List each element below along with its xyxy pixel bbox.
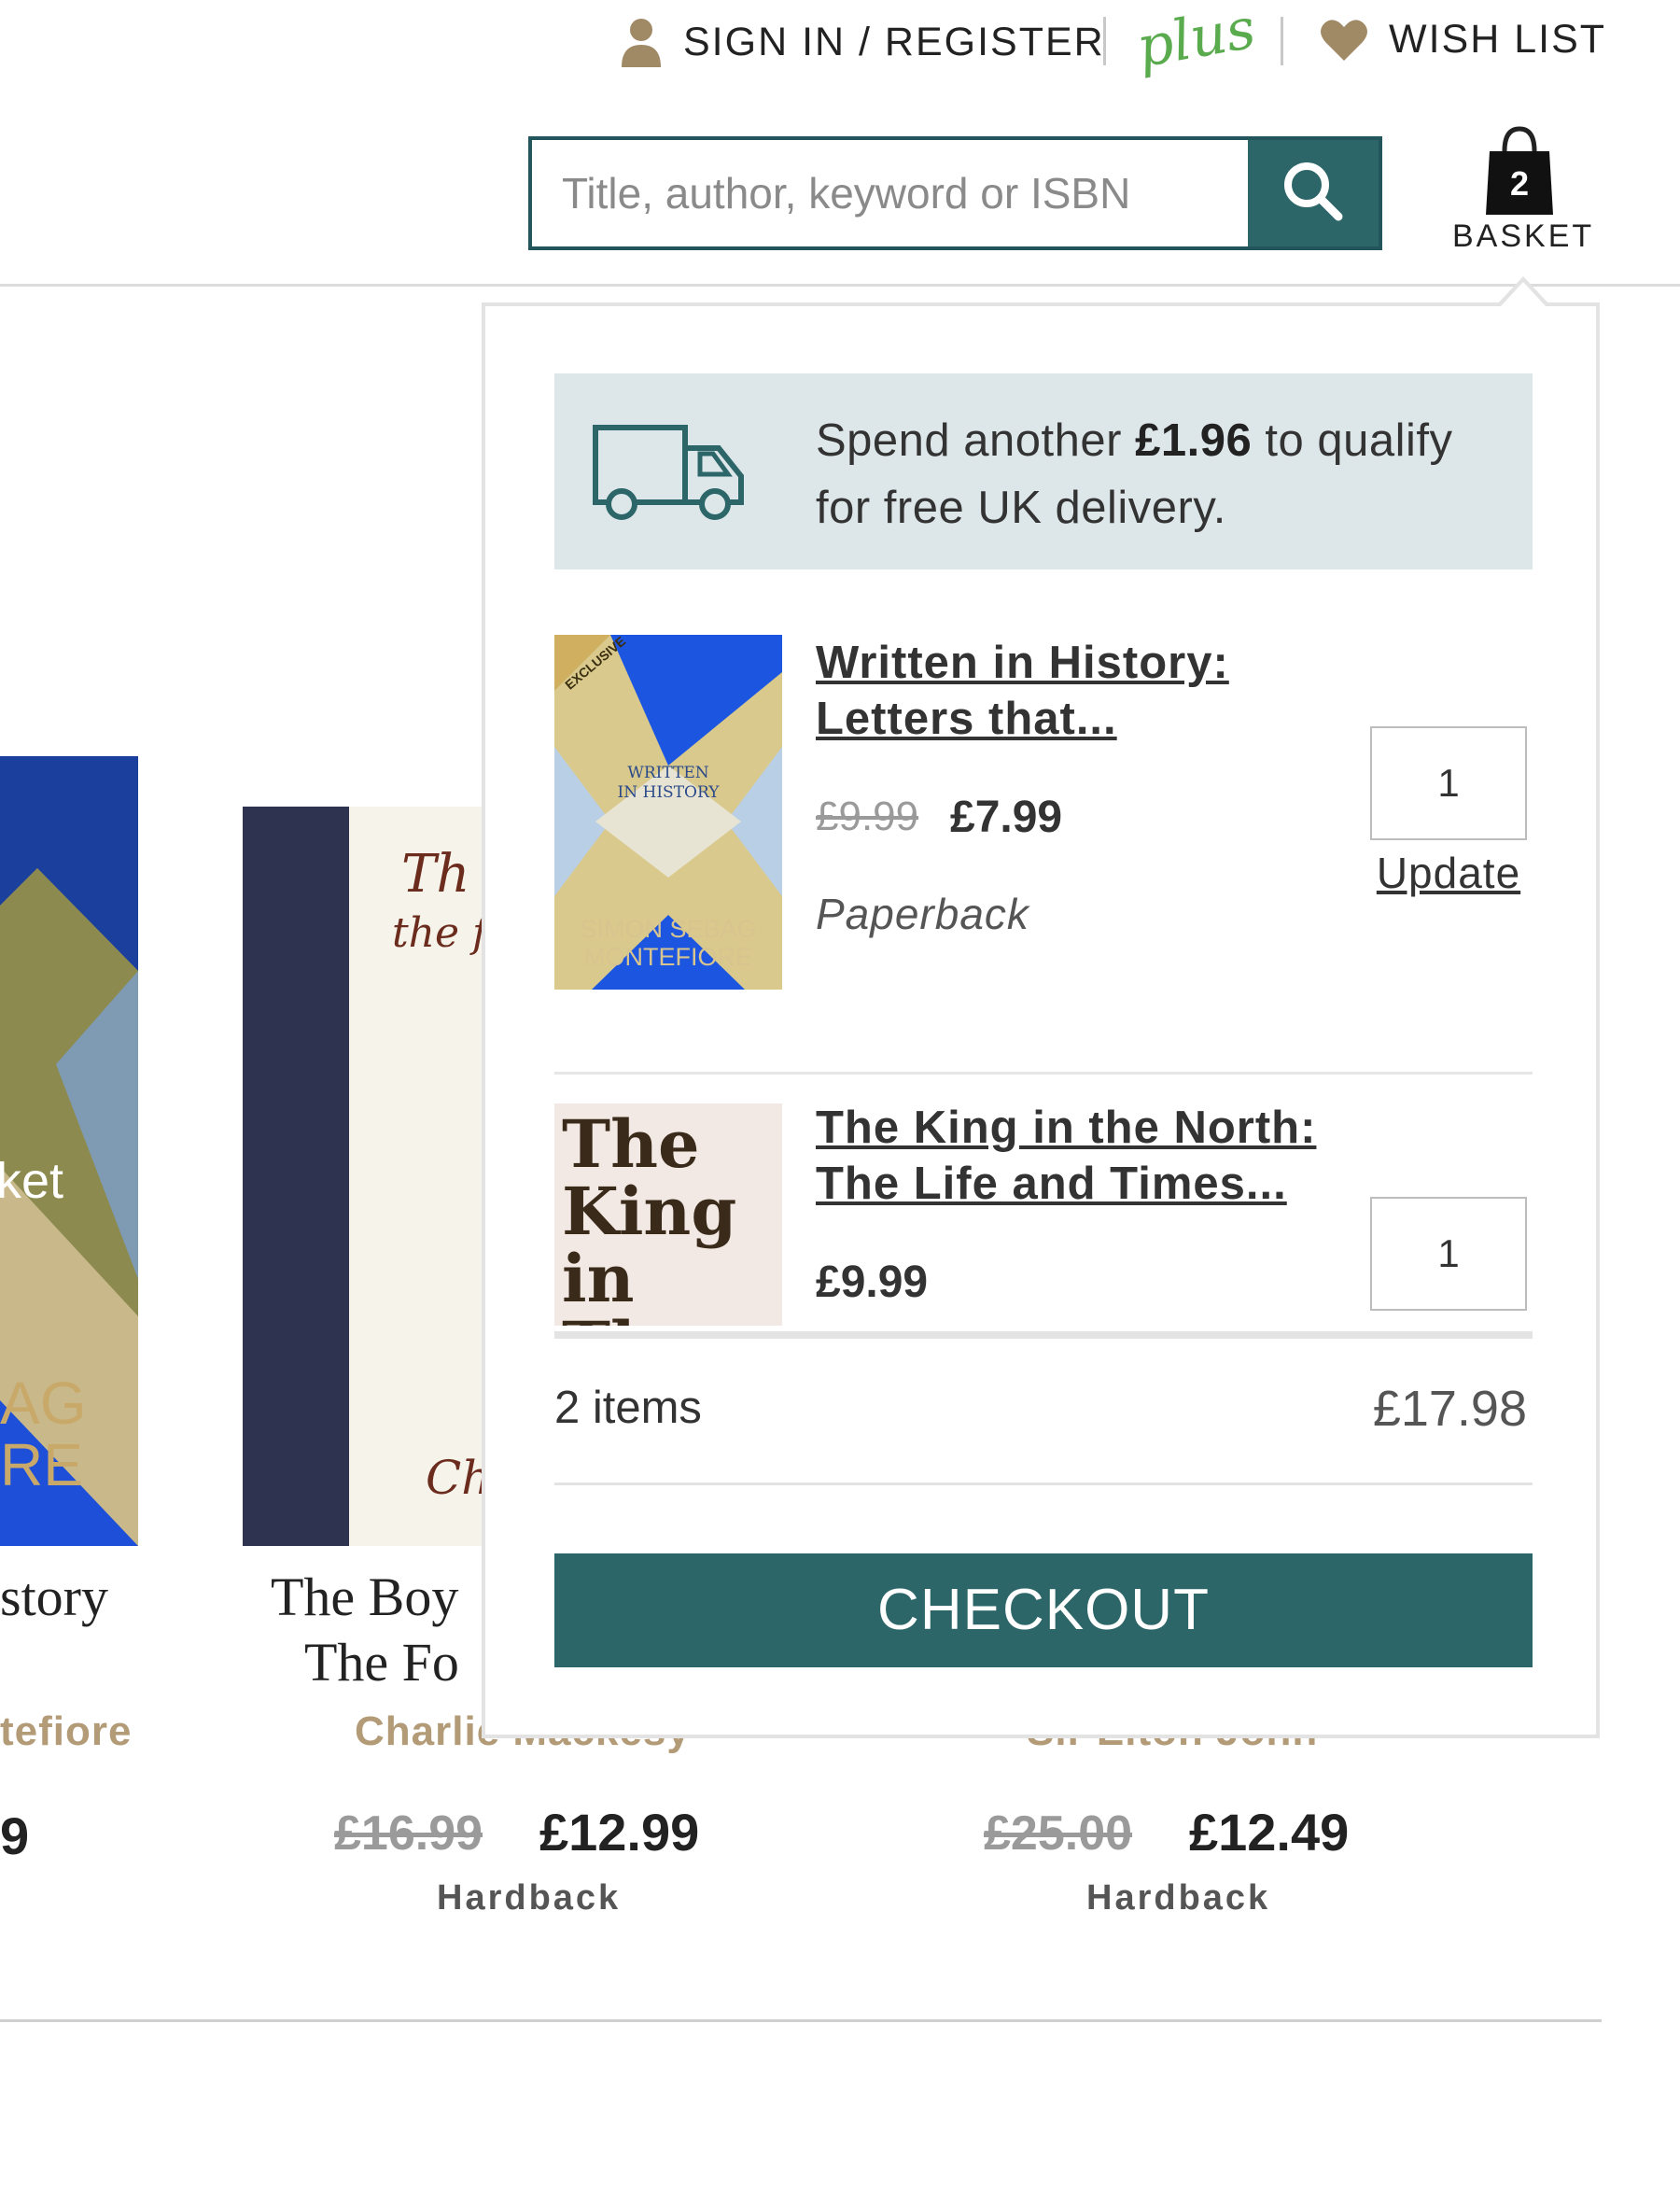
product-old-price: £16.99 <box>334 1806 483 1861</box>
product-author[interactable]: tefiore <box>0 1708 132 1755</box>
basket-total: £17.98 <box>1372 1381 1527 1437</box>
wish-list-label: WISH LIST <box>1389 17 1607 62</box>
delivery-message: Spend another £1.96 to qualify for free … <box>816 407 1506 541</box>
heart-icon <box>1320 18 1368 63</box>
item-old-price: £9.99 <box>816 794 919 839</box>
summary-divider <box>554 1482 1533 1485</box>
list-bottom-border <box>554 1331 1533 1339</box>
basket-item: EXCLUSIVE WRITTEN IN HISTORY SIMON SEBAG… <box>554 635 1533 1083</box>
item-cover-king-in-the-north[interactable]: The King in The <box>554 1103 782 1326</box>
item-title-link[interactable]: Written in History: Letters that... <box>816 635 1376 747</box>
search-input[interactable] <box>532 140 1248 246</box>
quantity-input[interactable]: 1 <box>1370 1197 1527 1311</box>
product-title[interactable]: The Boy <box>271 1565 458 1630</box>
plus-link[interactable]: plus <box>1132 0 1260 80</box>
delivery-amount: £1.96 <box>1135 415 1253 466</box>
update-link[interactable]: Update <box>1370 1318 1527 1326</box>
checkout-button[interactable]: CHECKOUT <box>554 1553 1533 1667</box>
product-format: Hardback <box>1086 1878 1271 1918</box>
update-link[interactable]: Update <box>1370 848 1527 898</box>
section-divider <box>0 2019 1602 2022</box>
wish-list-link[interactable]: WISH LIST <box>1320 17 1606 63</box>
product-price: 9 <box>0 1806 30 1865</box>
cover-author: SIMON SEBAG MONTEFIORE <box>580 915 757 971</box>
sign-in-link[interactable]: SIGN IN / REGISTER <box>620 17 1105 67</box>
quantity-input[interactable]: 1 <box>1370 726 1527 840</box>
item-title-link[interactable]: The King in the North: The Life and Time… <box>816 1100 1376 1212</box>
item-cover-written-in-history[interactable]: EXCLUSIVE WRITTEN IN HISTORY SIMON SEBAG… <box>554 635 782 990</box>
product-old-price: £25.00 <box>984 1806 1133 1861</box>
basket-label: BASKET <box>1452 218 1595 254</box>
cover-overlay-text: ket <box>0 1153 64 1209</box>
basket-count-badge: 2 <box>1509 164 1530 203</box>
product-price: £12.49 <box>1189 1803 1350 1862</box>
header-divider <box>1103 17 1106 65</box>
sign-in-label: SIGN IN / REGISTER <box>683 19 1105 64</box>
product-cover-written-in-history[interactable]: ket AG RE <box>0 756 138 1546</box>
cover-author-text: AG RE <box>0 1370 87 1498</box>
dropdown-caret-inner <box>1501 282 1546 306</box>
item-price: £9.99 <box>816 1258 929 1307</box>
search-icon <box>1281 159 1346 229</box>
item-format: Paperback <box>816 890 1029 938</box>
cover-title: The King in The <box>562 1105 737 1327</box>
product-title-line-2[interactable]: The Fo <box>304 1630 459 1695</box>
item-price: £7.99 <box>950 793 1063 842</box>
free-delivery-banner: Spend another £1.96 to qualify for free … <box>554 373 1533 569</box>
header-divider-line <box>0 284 1680 287</box>
product-price: £12.99 <box>539 1803 700 1862</box>
basket-item-count: 2 items <box>554 1383 702 1433</box>
plus-logo: plus <box>1131 0 1261 81</box>
basket-item: The King in The The King in the North: T… <box>554 1100 1533 1326</box>
user-icon <box>620 17 663 67</box>
delivery-prefix: Spend another <box>816 415 1136 466</box>
item-divider <box>554 1072 1533 1075</box>
basket-button[interactable]: 2 BASKET <box>1452 121 1595 261</box>
top-utility-bar: SIGN IN / REGISTER plus WISH LIST <box>0 0 1680 84</box>
product-format: Hardback <box>437 1878 622 1918</box>
basket-items-list: EXCLUSIVE WRITTEN IN HISTORY SIMON SEBAG… <box>554 635 1533 1326</box>
cover-title: WRITTEN IN HISTORY <box>617 764 720 802</box>
delivery-truck-icon <box>592 420 747 527</box>
basket-dropdown: Spend another £1.96 to qualify for free … <box>482 282 1600 1738</box>
search-button[interactable] <box>1248 140 1379 246</box>
header-divider <box>1281 17 1283 65</box>
product-title[interactable]: story <box>0 1565 108 1630</box>
search-bar <box>528 136 1382 250</box>
